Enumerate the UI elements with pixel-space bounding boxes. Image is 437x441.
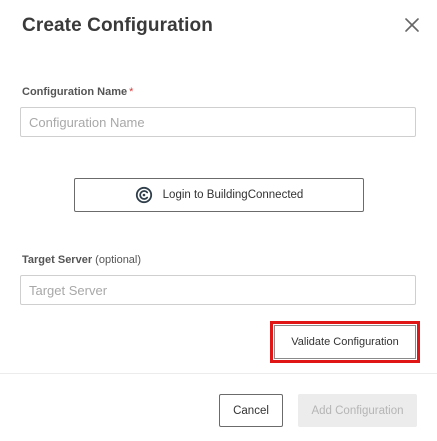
login-button-label: Login to BuildingConnected [162,189,304,201]
configuration-name-input[interactable] [20,107,416,137]
target-server-label: Target Server (optional) [22,254,141,266]
buildingconnected-logo-icon [135,186,152,204]
add-configuration-button-label: Add Configuration [311,404,404,417]
optional-text: (optional) [95,254,142,266]
target-server-input[interactable] [20,275,416,305]
target-server-label-text: Target Server [22,254,93,266]
configuration-name-label: Configuration Name * [22,86,133,98]
login-buildingconnected-button[interactable]: Login to BuildingConnected [74,178,364,212]
validate-configuration-button[interactable]: Validate Configuration [274,325,416,359]
configuration-name-label-text: Configuration Name [22,86,128,98]
footer-divider [0,373,437,374]
add-configuration-button: Add Configuration [298,394,417,427]
close-icon[interactable] [399,12,425,38]
create-configuration-dialog: Create Configuration Configuration Name *… [0,0,437,441]
cancel-button-label: Cancel [233,404,269,417]
cancel-button[interactable]: Cancel [219,394,283,427]
dialog-title: Create Configuration [22,15,213,36]
validate-button-label: Validate Configuration [291,336,399,348]
required-marker: * [129,86,134,98]
